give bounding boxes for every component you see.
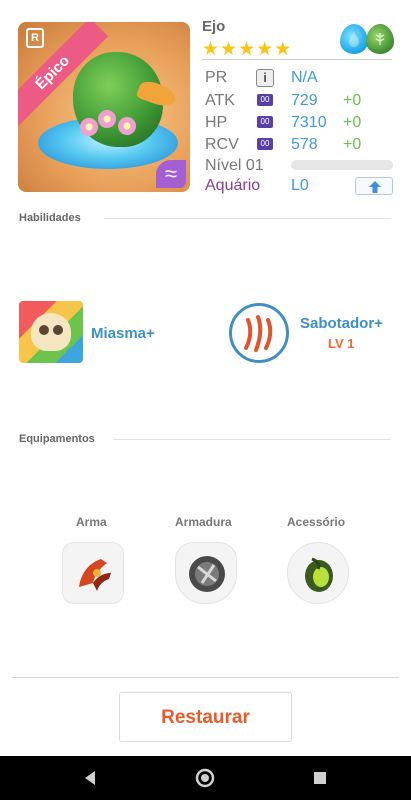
leader-skill-claw-icon[interactable] [229,303,289,363]
aquarium-upgrade-button[interactable] [355,177,393,195]
leader-skill-name[interactable]: Sabotador+ [300,315,383,332]
rarity-badge: R [26,28,44,48]
armor-label: Armadura [175,515,232,529]
armor-slot[interactable] [175,542,237,604]
leader-skill-level: LV 1 [328,336,355,351]
section-divider [104,218,391,219]
stat-bonus-atk: +0 [343,92,362,109]
level-label: Nível 01 [205,157,264,174]
rcv-boost-icon: 00 [257,138,273,150]
accessory-label: Acessório [287,515,346,529]
stat-label-atk: ATK [205,92,235,109]
weapon-slot[interactable] [62,542,124,604]
claw-marks-icon [244,315,273,352]
system-navigation-bar [0,756,411,800]
aquarium-level: L0 [291,177,309,194]
aquarium-label: Aquário [205,177,261,194]
type-badge: ≈ [156,160,186,188]
accessory-slot[interactable] [287,542,349,604]
star-icon: ★ [274,39,293,60]
abilities-heading: Habilidades [19,212,81,224]
name-divider [202,59,392,60]
skill-miasma-icon[interactable] [19,301,83,363]
weapon-claw-icon [79,559,111,591]
stat-value-hp: 7310 [291,114,327,131]
footer-divider [12,677,399,678]
accessory-gem-icon [305,557,333,592]
recent-apps-icon[interactable] [308,766,332,790]
flower-decoration [80,118,98,136]
restore-button[interactable]: Restaurar [119,692,292,742]
skill-name[interactable]: Miasma+ [91,325,155,342]
arrow-up-icon [369,181,381,193]
star-rating: ★★★★★ [202,38,292,61]
level-progress-bar [291,160,393,170]
star-icon: ★ [238,39,257,60]
skull-eye [53,325,63,335]
flower-decoration [118,117,136,135]
stat-label-hp: HP [205,114,228,131]
stat-label-pr: PR [205,69,228,86]
info-icon[interactable]: i [256,69,274,87]
home-icon[interactable] [193,766,217,790]
back-icon[interactable] [78,766,102,790]
skull-eye [39,325,49,335]
star-icon: ★ [202,39,221,60]
atk-boost-icon: 00 [257,94,273,106]
stat-bonus-rcv: +0 [343,136,362,153]
armor-shield-icon [189,556,225,592]
stat-value-pr: N/A [291,69,318,86]
section-divider [113,439,391,440]
stat-value-atk: 729 [291,92,318,109]
weapon-label: Arma [76,515,107,529]
equipment-heading: Equipamentos [19,433,95,445]
star-icon: ★ [220,39,239,60]
water-drop-icon [340,24,368,54]
skull-icon [31,313,71,351]
leaf-icon [366,24,394,54]
stat-value-rcv: 578 [291,136,318,153]
star-icon: ★ [256,39,275,60]
stat-bonus-hp: +0 [343,114,362,131]
flower-decoration [98,110,116,128]
monster-card[interactable]: Épico R ≈ [18,22,190,192]
stat-label-rcv: RCV [205,136,239,153]
monster-name: Ejo [202,18,226,35]
hp-boost-icon: 00 [257,116,273,128]
